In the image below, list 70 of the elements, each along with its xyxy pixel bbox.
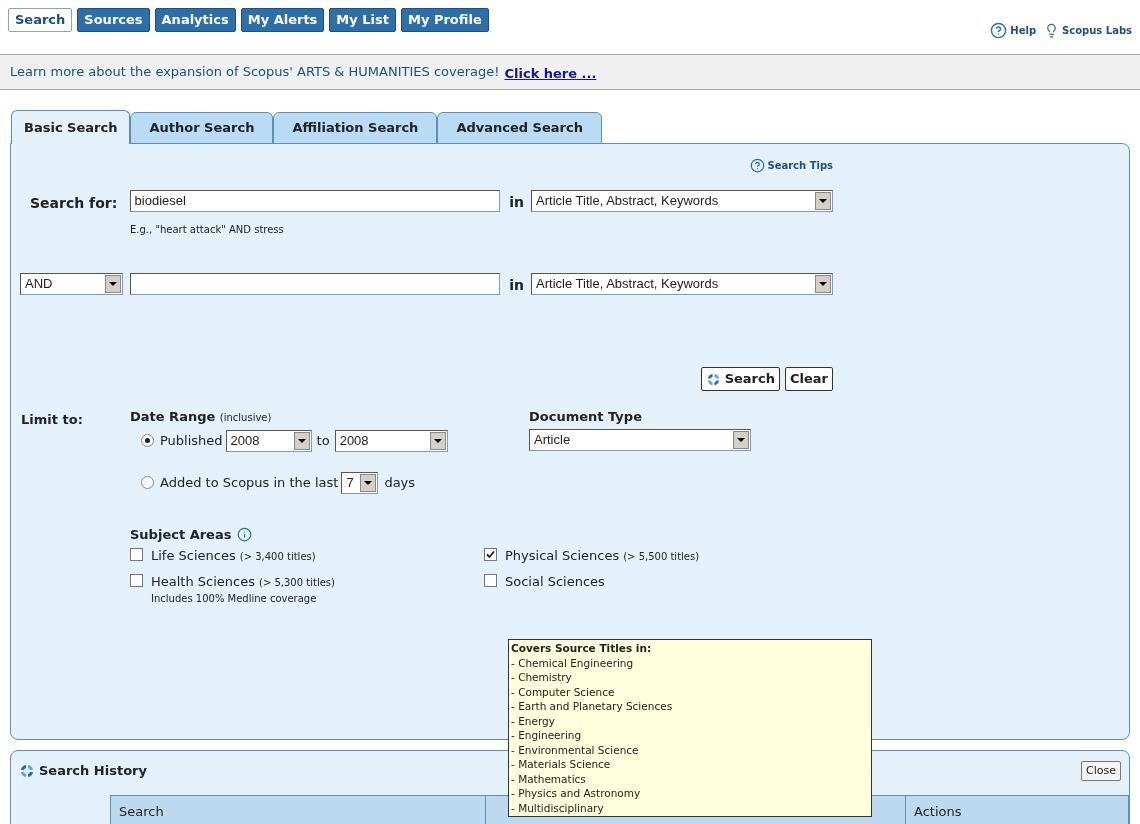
labs-link[interactable]: Scopus Labs — [1044, 23, 1132, 38]
tooltip-item: - Multidisciplinary — [511, 800, 605, 815]
checkbox[interactable] — [130, 548, 143, 561]
search-tab[interactable]: Advanced Search — [437, 112, 602, 144]
subject-area-label: Social Sciences — [505, 572, 605, 591]
clear-button[interactable]: Clear — [785, 367, 833, 391]
column-header: Search — [111, 796, 486, 824]
radio-label: Published — [160, 431, 223, 450]
close-button[interactable]: Close — [1081, 761, 1121, 781]
document-type-select[interactable]: Article — [529, 428, 751, 451]
checkbox[interactable] — [130, 573, 143, 587]
to-label: to — [316, 431, 330, 450]
help-icon — [990, 22, 1008, 39]
click-here-link[interactable]: Click here ... — [504, 63, 597, 84]
tooltip-item: - Earth and Planetary Sciences — [511, 699, 674, 714]
year-select[interactable]: 2008 — [334, 429, 448, 452]
subject-areas-heading: Subject Areas — [130, 525, 232, 544]
year-select[interactable]: 2008 — [225, 429, 312, 452]
column-header: Actions — [913, 803, 963, 821]
tooltip-item: - Environmental Science — [511, 742, 640, 757]
search-tab[interactable]: Author Search — [130, 112, 274, 144]
tooltip-item: - Engineering — [511, 728, 583, 743]
date-range-heading: Date Range (inclusive) — [130, 408, 273, 426]
tooltip-item: - Energy — [511, 713, 556, 728]
checkbox[interactable] — [484, 573, 497, 587]
nav-tab[interactable]: Sources — [77, 8, 150, 32]
logo-icon — [19, 763, 35, 779]
tooltip-item: - Chemical Engineering — [511, 655, 635, 670]
tooltip-item: - Chemistry — [511, 670, 573, 685]
search-for-label: Search for: — [30, 194, 118, 213]
radio-button[interactable] — [141, 434, 154, 447]
nav-tab[interactable]: My Alerts — [240, 8, 325, 32]
subject-note: Includes 100% Medline coverage — [151, 592, 318, 606]
field-select[interactable]: Article Title, Abstract, Keywords — [531, 189, 833, 212]
subject-area-label: Health Sciences (> 5,300 titles) — [151, 572, 335, 591]
subject-area-label: Physical Sciences (> 5,500 titles) — [505, 547, 700, 565]
days-label: days — [384, 473, 416, 492]
operator-select[interactable]: AND — [20, 272, 123, 295]
tooltip-item: - Mathematics — [511, 771, 587, 786]
search-tips-link[interactable]: Search Tips — [750, 158, 833, 173]
tooltip-item: - Materials Science — [511, 757, 612, 772]
help-link[interactable]: Help — [990, 22, 1037, 39]
radio-button[interactable] — [141, 476, 154, 489]
in-label: in — [509, 276, 525, 295]
help-icon — [750, 158, 766, 173]
logo-icon — [705, 371, 721, 387]
search-hint: E.g., "heart attack" AND stress — [130, 223, 285, 237]
limit-to-label: Limit to: — [21, 412, 83, 427]
tooltip-item: - Computer Science — [511, 684, 616, 699]
nav-tab[interactable]: My Profile — [401, 8, 489, 32]
field-select[interactable]: Article Title, Abstract, Keywords — [531, 272, 833, 295]
days-select[interactable]: 7 — [341, 471, 379, 494]
tooltip-title: Covers Source Titles in: — [511, 641, 653, 656]
search-tab[interactable]: Basic Search — [11, 110, 131, 144]
announcement-text: Learn more about the expansion of Scopus' ARTS & HUMANITIES coverage! — [10, 63, 500, 82]
search-history-title: Search History — [39, 762, 147, 781]
search-field[interactable]: biodiesel — [129, 189, 501, 212]
search-button[interactable]: Search — [700, 367, 780, 391]
nav-tab[interactable]: Analytics — [154, 8, 236, 32]
tooltip-item: - Physics and Astronomy — [511, 786, 642, 801]
in-label: in — [509, 193, 525, 212]
nav-tab[interactable]: My List — [329, 8, 396, 32]
subject-area-label: Life Sciences (> 3,400 titles) — [151, 547, 316, 565]
nav-tab[interactable]: Search — [8, 8, 73, 32]
document-type-heading: Document Type — [529, 408, 643, 426]
checkbox[interactable] — [484, 548, 497, 561]
search-field[interactable] — [129, 272, 501, 295]
info-icon[interactable] — [237, 526, 253, 542]
search-tab[interactable]: Affiliation Search — [273, 112, 438, 144]
radio-label: Added to Scopus in the last — [160, 473, 339, 492]
